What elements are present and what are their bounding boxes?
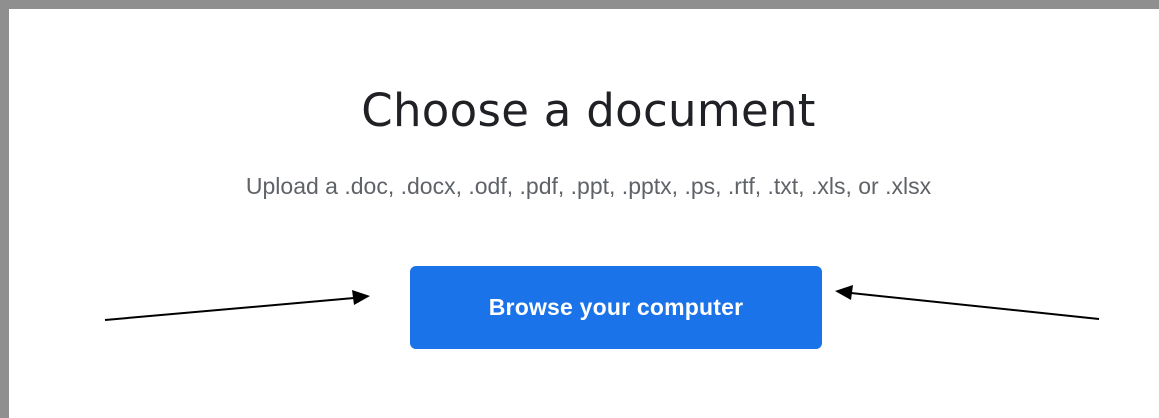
upload-panel: Choose a document Upload a .doc, .docx, …: [0, 0, 1159, 418]
supported-formats-text: Upload a .doc, .docx, .odf, .pdf, .ppt, …: [245, 173, 932, 199]
browse-your-computer-button[interactable]: Browse your computer: [410, 266, 822, 349]
page-title: Choose a document: [361, 84, 816, 137]
